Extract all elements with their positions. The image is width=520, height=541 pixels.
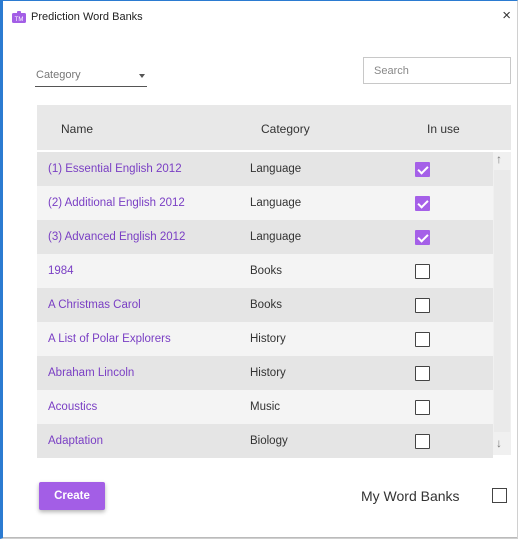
bottom-divider: [3, 537, 517, 538]
close-icon[interactable]: ×: [502, 8, 511, 23]
in-use-checkbox[interactable]: [415, 332, 430, 347]
word-bank-name-link[interactable]: A List of Polar Explorers: [48, 333, 171, 345]
column-header-category[interactable]: Category: [261, 122, 310, 136]
table-row[interactable]: (3) Advanced English 2012 Language: [37, 220, 493, 254]
in-use-checkbox[interactable]: [415, 400, 430, 415]
word-bank-category: Language: [250, 163, 302, 175]
table-row[interactable]: A Christmas Carol Books: [37, 288, 493, 322]
table-row[interactable]: (1) Essential English 2012 Language: [37, 152, 493, 186]
in-use-checkbox[interactable]: [415, 162, 430, 177]
word-bank-name-link[interactable]: 1984: [48, 265, 74, 277]
scroll-up-arrow-icon[interactable]: ↑: [496, 153, 502, 165]
word-bank-category: Biology: [250, 435, 288, 447]
category-dropdown-label: Category: [36, 69, 81, 81]
word-bank-name-link[interactable]: (1) Essential English 2012: [48, 163, 182, 175]
table-row[interactable]: Abraham Lincoln History: [37, 356, 493, 390]
in-use-checkbox[interactable]: [415, 230, 430, 245]
create-button[interactable]: Create: [39, 482, 105, 510]
app-puzzle-icon: TM: [12, 11, 26, 23]
word-bank-name-link[interactable]: (2) Additional English 2012: [48, 197, 185, 209]
word-bank-name-link[interactable]: Adaptation: [48, 435, 103, 447]
word-bank-name-link[interactable]: Abraham Lincoln: [48, 367, 134, 379]
word-bank-name-link[interactable]: Acoustics: [48, 401, 97, 413]
table-body: (1) Essential English 2012 Language (2) …: [37, 152, 511, 458]
chevron-down-icon: [139, 74, 145, 78]
word-banks-table: Name Category In use (1) Essential Engli…: [37, 105, 511, 458]
svg-text:TM: TM: [15, 17, 24, 23]
table-header: Name Category In use: [37, 105, 511, 150]
in-use-checkbox[interactable]: [415, 298, 430, 313]
word-bank-category: Music: [250, 401, 281, 413]
table-scrollbar[interactable]: ↑ ↓: [493, 152, 511, 455]
table-row[interactable]: 1984 Books: [37, 254, 493, 288]
table-row[interactable]: Acoustics Music: [37, 390, 493, 424]
table-row[interactable]: Adaptation Biology: [37, 424, 493, 458]
search-input[interactable]: [363, 57, 511, 84]
word-bank-category: Language: [250, 231, 302, 243]
word-bank-category: Books: [250, 265, 282, 277]
in-use-checkbox[interactable]: [415, 366, 430, 381]
word-bank-category: History: [250, 333, 286, 345]
scroll-down-arrow-icon[interactable]: ↓: [496, 437, 502, 449]
word-bank-name-link[interactable]: A Christmas Carol: [48, 299, 141, 311]
word-banks-window: TM Prediction Word Banks × Category Name…: [0, 0, 518, 539]
column-header-name[interactable]: Name: [61, 122, 93, 136]
in-use-checkbox[interactable]: [415, 264, 430, 279]
table-row[interactable]: (2) Additional English 2012 Language: [37, 186, 493, 220]
column-header-in-use[interactable]: In use: [427, 122, 460, 136]
category-dropdown[interactable]: Category: [35, 66, 147, 87]
in-use-checkbox[interactable]: [415, 196, 430, 211]
title-bar: TM Prediction Word Banks ×: [3, 1, 517, 31]
window-title: Prediction Word Banks: [31, 11, 143, 23]
word-bank-category: Language: [250, 197, 302, 209]
scroll-thumb[interactable]: [494, 170, 510, 432]
in-use-checkbox[interactable]: [415, 434, 430, 449]
table-row[interactable]: A List of Polar Explorers History: [37, 322, 493, 356]
my-word-banks-label: My Word Banks: [361, 488, 460, 504]
my-word-banks-checkbox[interactable]: [492, 488, 507, 503]
word-bank-category: Books: [250, 299, 282, 311]
word-bank-category: History: [250, 367, 286, 379]
word-bank-name-link[interactable]: (3) Advanced English 2012: [48, 231, 185, 243]
